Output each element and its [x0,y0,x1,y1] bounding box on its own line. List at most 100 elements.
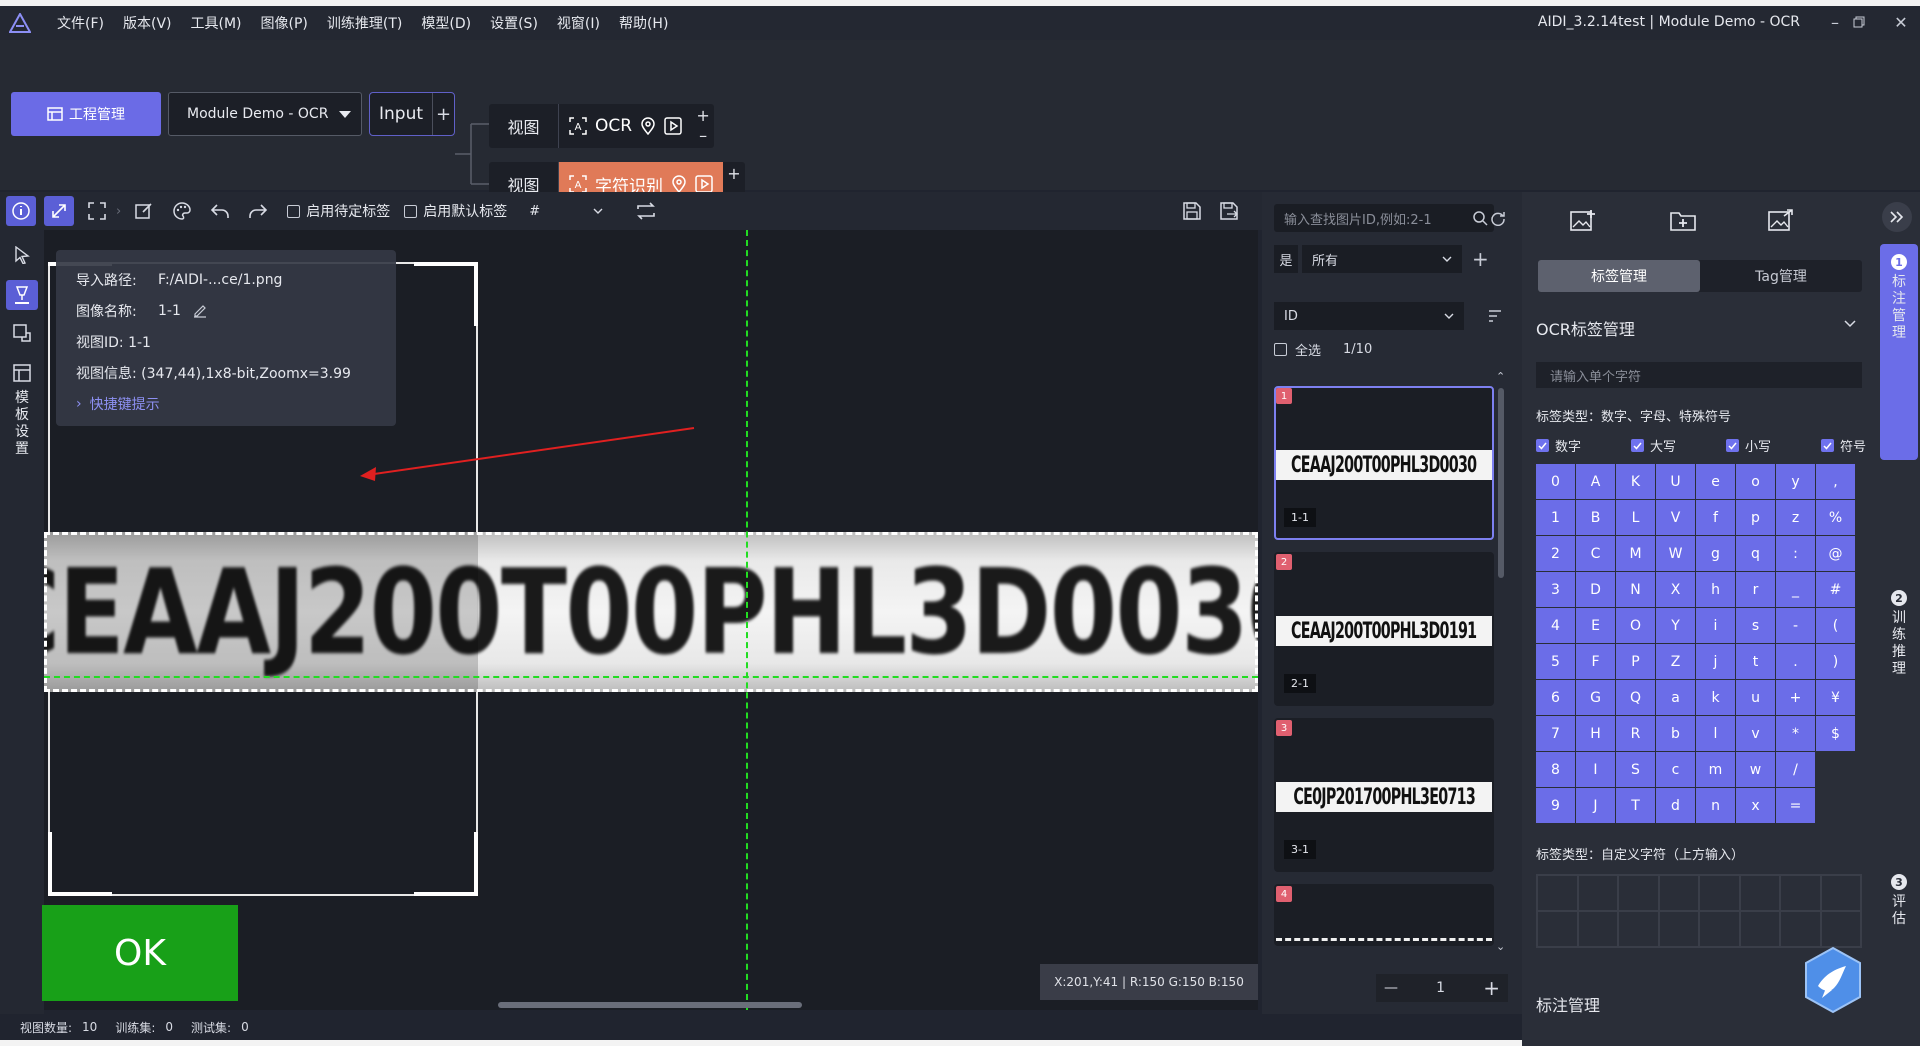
char-button[interactable]: I [1576,752,1615,787]
char-button[interactable]: R [1616,716,1655,751]
custom-char-grid[interactable] [1536,874,1862,948]
ocr-node-op[interactable]: A OCR [559,104,692,148]
char-button[interactable]: Y [1656,608,1695,643]
char-button[interactable]: * [1776,716,1815,751]
char-button[interactable]: ( [1816,608,1855,643]
char-button[interactable]: ¥ [1816,680,1855,715]
char-button[interactable]: r [1736,572,1775,607]
char-button[interactable]: = [1776,788,1815,823]
char-button[interactable]: - [1776,608,1815,643]
ocr-node-add-remove[interactable]: + – [692,104,714,148]
select-all-checkbox[interactable] [1274,343,1287,356]
add-node-icon[interactable]: + [432,93,454,135]
image-thumbnail[interactable]: 3 CE0JP201700PHL3E0713 3-1 [1274,718,1494,872]
char-button[interactable]: @ [1816,536,1855,571]
menu-window[interactable]: 视窗(I) [557,13,600,33]
char-button[interactable]: L [1616,500,1655,535]
char-button[interactable]: / [1776,752,1815,787]
template-icon[interactable] [6,358,38,388]
roi-handle[interactable] [414,262,478,266]
collapse-icon[interactable] [1882,202,1912,232]
char-button[interactable]: x [1736,788,1775,823]
redo-icon[interactable] [243,196,273,226]
rail-step-evaluate[interactable]: 3 评估 [1880,874,1918,928]
pending-label-toggle[interactable]: 启用待定标签 [287,201,390,221]
checkbox-checked-icon[interactable] [1536,439,1549,452]
default-label-toggle[interactable]: 启用默认标签 [404,201,507,221]
menu-help[interactable]: 帮助(H) [619,13,668,33]
sort-order-icon[interactable] [1488,310,1502,322]
ocr-node[interactable]: 视图 A OCR + – [489,104,715,148]
pointer-icon[interactable] [6,240,38,270]
chevron-down-icon[interactable] [1844,320,1856,328]
char-button[interactable]: N [1616,572,1655,607]
label-box[interactable] [44,532,1258,692]
image-thumbnail[interactable]: 1 CEAAJ200T00PHL3D0030 1-1 [1274,386,1494,540]
tab-tag-management[interactable]: Tag管理 [1700,260,1862,292]
char-button[interactable]: t [1736,644,1775,679]
sort-select[interactable]: ID [1274,302,1464,330]
tab-label-management[interactable]: 标签管理 [1538,260,1700,292]
select-all-toggle[interactable]: 全选 1/10 [1274,340,1372,359]
refresh-icon[interactable] [1490,210,1506,226]
project-management-button[interactable]: 工程管理 [11,92,161,136]
roi-handle[interactable] [48,892,112,896]
page-next-icon[interactable]: + [1483,976,1500,1000]
menu-file[interactable]: 文件(F) [57,13,104,33]
menu-image[interactable]: 图像(P) [261,13,308,33]
close-icon[interactable]: ✕ [1888,10,1914,34]
image-thumbnail[interactable]: 4 [1274,884,1494,946]
char-button[interactable]: F [1576,644,1615,679]
add-filter-icon[interactable]: + [1472,247,1489,271]
char-button[interactable]: a [1656,680,1695,715]
roi-handle[interactable] [414,892,478,896]
char-button[interactable]: W [1656,536,1695,571]
location-pin-icon[interactable] [671,175,687,193]
image-search-input[interactable]: 输入查找图片ID,例如:2-1 [1274,204,1494,232]
char-button[interactable]: h [1696,572,1735,607]
char-button[interactable]: m [1696,752,1735,787]
check-digits[interactable]: 数字 [1536,436,1581,455]
annotate-tool-icon[interactable] [6,280,38,310]
char-button[interactable]: H [1576,716,1615,751]
char-button[interactable]: O [1616,608,1655,643]
menu-train[interactable]: 训练推理(T) [327,13,402,33]
char-button[interactable]: U [1656,464,1695,499]
char-button[interactable]: n [1696,788,1735,823]
char-button[interactable]: 0 [1536,464,1575,499]
char-button[interactable]: D [1576,572,1615,607]
char-button[interactable]: E [1576,608,1615,643]
char-button[interactable]: V [1656,500,1695,535]
play-icon[interactable] [695,175,713,193]
save-icon[interactable] [1177,196,1207,226]
char-button[interactable]: . [1776,644,1815,679]
save-as-icon[interactable] [1215,196,1245,226]
char-button[interactable]: j [1696,644,1735,679]
char-button[interactable]: $ [1816,716,1855,751]
char-button[interactable]: ) [1816,644,1855,679]
edit-name-icon[interactable] [193,304,207,318]
undo-icon[interactable] [205,196,235,226]
fullscreen-icon[interactable] [82,196,112,226]
rail-step-annotate[interactable]: 1 标注管理 [1880,244,1918,460]
checkbox-checked-icon[interactable] [1820,439,1834,452]
edit-icon[interactable] [129,196,159,226]
char-button[interactable]: y [1776,464,1815,499]
menu-settings[interactable]: 设置(S) [490,13,538,33]
hotkey-link[interactable]: › 快捷键提示 [76,394,160,414]
char-button[interactable]: Q [1616,680,1655,715]
loop-icon[interactable] [631,196,661,226]
check-lowercase[interactable]: 小写 [1725,436,1771,455]
char-button[interactable]: P [1616,644,1655,679]
page-number[interactable]: 1 [1436,980,1445,996]
assistant-bird-icon[interactable] [1802,946,1864,1014]
char-button[interactable]: s [1736,608,1775,643]
tag-select[interactable]: # [521,199,611,223]
char-button[interactable]: 9 [1536,788,1575,823]
char-button[interactable]: 8 [1536,752,1575,787]
char-button[interactable]: G [1576,680,1615,715]
char-button[interactable]: l [1696,716,1735,751]
template-settings-label[interactable]: 模板设置 [14,390,30,458]
module-select[interactable]: Module Demo - OCR [168,92,362,136]
char-button[interactable]: J [1576,788,1615,823]
